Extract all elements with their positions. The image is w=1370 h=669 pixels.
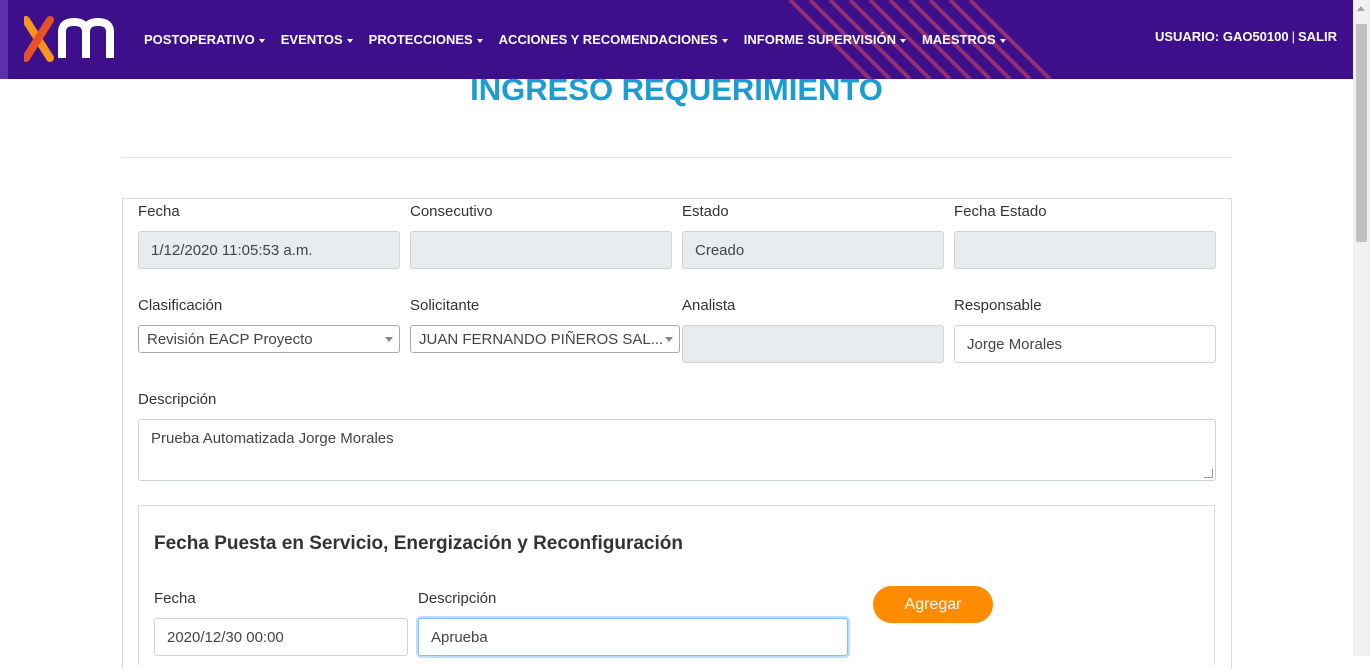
caret-down-icon: [999, 38, 1006, 43]
menu-maestros[interactable]: MAESTROS: [922, 32, 1006, 47]
scrollbar-thumb[interactable]: [1356, 24, 1367, 242]
caret-down-icon: [899, 38, 906, 43]
agregar-button[interactable]: Agregar: [873, 586, 993, 623]
solicitante-select[interactable]: JUAN FERNANDO PIÑEROS SAL...: [410, 325, 680, 353]
consecutivo-field[interactable]: [410, 231, 672, 269]
analista-field[interactable]: [682, 325, 944, 363]
dropdown-arrow-icon: [385, 337, 393, 342]
responsable-field[interactable]: Jorge Morales: [954, 325, 1216, 363]
fecha-estado-label: Fecha Estado: [954, 203, 1047, 220]
clasificacion-label: Clasificación: [138, 297, 223, 314]
section-fecha-label: Fecha: [154, 590, 196, 607]
menu-protecciones[interactable]: PROTECCIONES: [369, 32, 483, 47]
dropdown-arrow-icon: [665, 337, 673, 342]
menu-acciones[interactable]: ACCIONES Y RECOMENDACIONES: [499, 32, 728, 47]
caret-down-icon: [258, 38, 265, 43]
analista-label: Analista: [682, 297, 736, 314]
solicitante-value: JUAN FERNANDO PIÑEROS SAL...: [419, 330, 664, 348]
logout-link[interactable]: SALIR: [1298, 29, 1337, 44]
user-label: USUARIO: GAO50100: [1154, 29, 1289, 44]
navbar-edge: [0, 0, 8, 79]
descripcion-textarea[interactable]: Prueba Automatizada Jorge Morales: [138, 419, 1216, 481]
page-title: INGRESO REQUERIMIENTO: [470, 72, 883, 107]
page-scrollbar[interactable]: [1353, 0, 1370, 656]
caret-down-icon: [346, 38, 353, 43]
descripcion-value: Prueba Automatizada Jorge Morales: [151, 430, 394, 447]
user-info: USUARIO: GAO50100 | SALIR: [1155, 29, 1337, 44]
resize-grip-icon[interactable]: [1204, 469, 1213, 478]
estado-label: Estado: [682, 203, 729, 220]
consecutivo-label: Consecutivo: [410, 203, 493, 220]
solicitante-label: Solicitante: [410, 297, 480, 314]
section-title: Fecha Puesta en Servicio, Energización y…: [154, 533, 683, 554]
clasificacion-select[interactable]: Revisión EACP Proyecto: [138, 325, 400, 353]
descripcion-label: Descripción: [138, 391, 217, 408]
menu-postoperativo[interactable]: POSTOPERATIVO: [144, 32, 265, 47]
section-descripcion-field[interactable]: Aprueba: [418, 618, 848, 656]
top-navbar: POSTOPERATIVO EVENTOS PROTECCIONES ACCIO…: [0, 0, 1353, 79]
menu-informe-supervision[interactable]: INFORME SUPERVISIÓN: [744, 32, 906, 47]
estado-field[interactable]: Creado: [682, 231, 944, 269]
divider: [121, 157, 1232, 158]
menu-eventos[interactable]: EVENTOS: [281, 32, 353, 47]
caret-down-icon: [476, 38, 483, 43]
fecha-field[interactable]: 1/12/2020 11:05:53 a.m.: [138, 231, 400, 269]
clasificacion-value: Revisión EACP Proyecto: [147, 330, 313, 348]
caret-down-icon: [721, 38, 728, 43]
responsable-label: Responsable: [954, 297, 1042, 314]
section-fecha-field[interactable]: 2020/12/30 00:00: [154, 618, 408, 656]
fecha-estado-field[interactable]: [954, 231, 1216, 269]
xm-logo[interactable]: [24, 16, 130, 62]
scroll-up-icon[interactable]: [1357, 6, 1365, 11]
user-separator: |: [1291, 29, 1295, 44]
main-menu: POSTOPERATIVO EVENTOS PROTECCIONES ACCIO…: [144, 32, 1022, 47]
fecha-label: Fecha: [138, 203, 180, 220]
section-descripcion-label: Descripción: [418, 590, 497, 607]
